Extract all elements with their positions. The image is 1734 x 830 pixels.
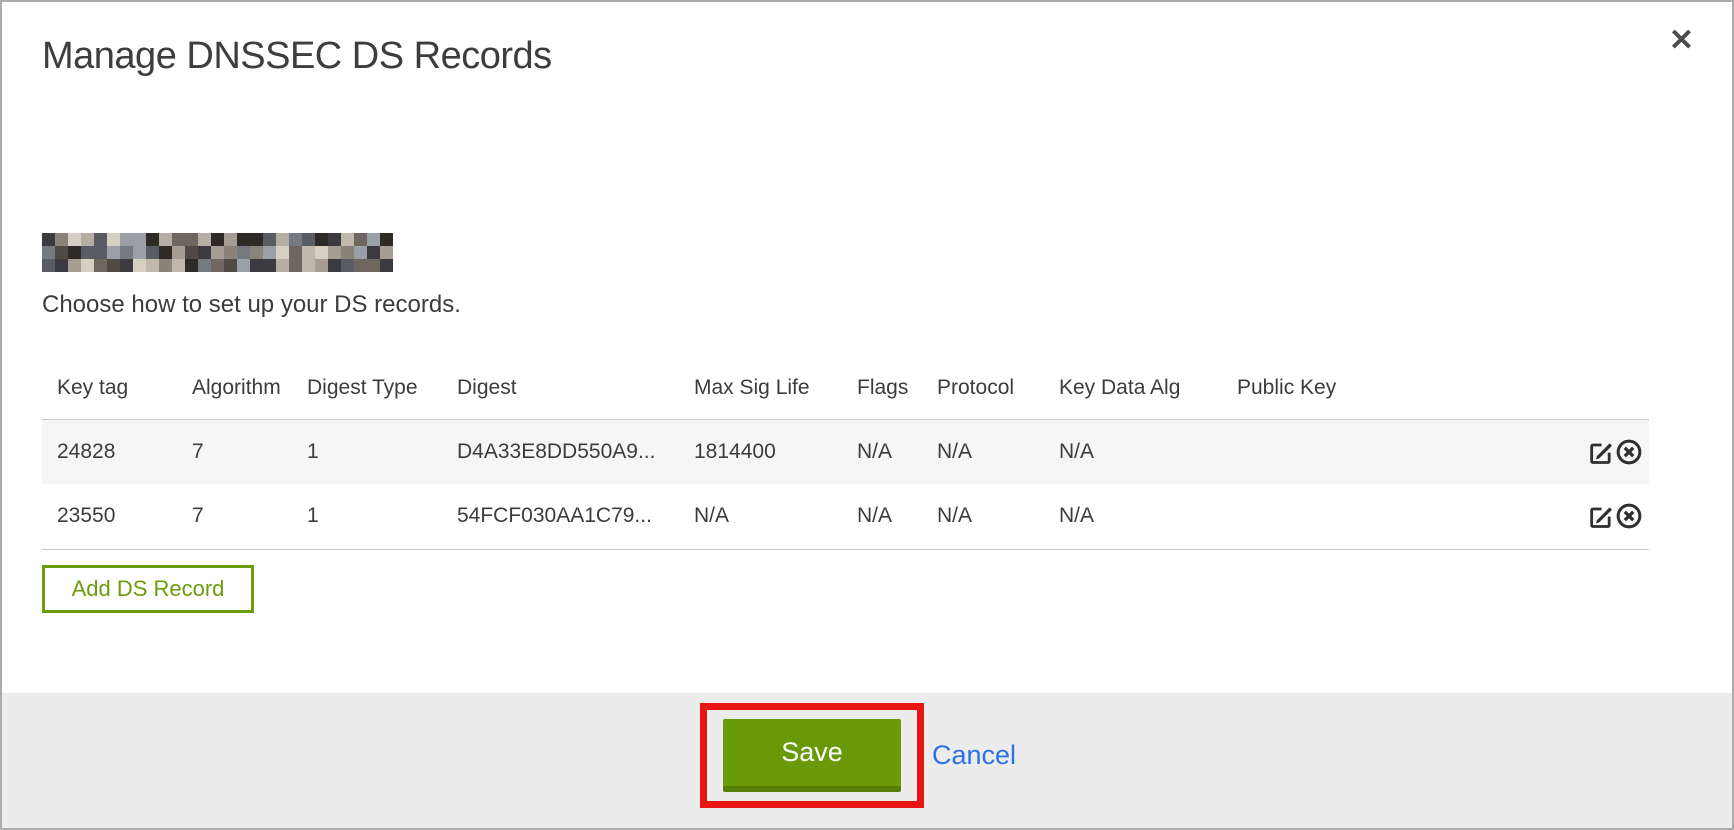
cell-protocol: N/A bbox=[937, 484, 1059, 549]
cancel-link[interactable]: Cancel bbox=[932, 740, 1016, 771]
add-ds-record-button[interactable]: Add DS Record bbox=[42, 565, 254, 613]
col-header-actions bbox=[1492, 370, 1649, 419]
footer-bar: Save Cancel bbox=[2, 693, 1732, 828]
ds-records-table: Key tag Algorithm Digest Type Digest Max… bbox=[42, 370, 1649, 550]
table-row: 24828 7 1 D4A33E8DD550A9... 1814400 N/A … bbox=[42, 419, 1649, 484]
col-header-protocol: Protocol bbox=[937, 370, 1059, 419]
close-icon[interactable]: ✕ bbox=[1669, 26, 1694, 56]
col-header-key-tag: Key tag bbox=[42, 370, 192, 419]
col-header-key-data-alg: Key Data Alg bbox=[1059, 370, 1237, 419]
table-header-row: Key tag Algorithm Digest Type Digest Max… bbox=[42, 370, 1649, 419]
col-header-public-key: Public Key bbox=[1237, 370, 1492, 419]
row-actions bbox=[1492, 484, 1649, 549]
cell-key-tag: 24828 bbox=[42, 419, 192, 484]
subtitle: Choose how to set up your DS records. bbox=[42, 291, 461, 319]
cell-max-sig-life: 1814400 bbox=[694, 419, 857, 484]
row-actions bbox=[1492, 419, 1649, 484]
save-button[interactable]: Save bbox=[723, 719, 901, 792]
cell-flags: N/A bbox=[857, 419, 937, 484]
edit-record-icon[interactable] bbox=[1587, 438, 1615, 466]
cell-public-key bbox=[1237, 419, 1492, 484]
cell-key-data-alg: N/A bbox=[1059, 419, 1237, 484]
cell-public-key bbox=[1237, 484, 1492, 549]
col-header-digest: Digest bbox=[457, 370, 694, 419]
page-title: Manage DNSSEC DS Records bbox=[42, 35, 552, 78]
manage-dnssec-modal: Manage DNSSEC DS Records ✕ Choose how to… bbox=[0, 0, 1734, 830]
cell-flags: N/A bbox=[857, 484, 937, 549]
cell-protocol: N/A bbox=[937, 419, 1059, 484]
col-header-max-sig-life: Max Sig Life bbox=[694, 370, 857, 419]
col-header-algorithm: Algorithm bbox=[192, 370, 307, 419]
edit-record-icon[interactable] bbox=[1587, 502, 1615, 530]
cell-digest: 54FCF030AA1C79... bbox=[457, 484, 694, 549]
cell-digest: D4A33E8DD550A9... bbox=[457, 419, 694, 484]
table-row: 23550 7 1 54FCF030AA1C79... N/A N/A N/A … bbox=[42, 484, 1649, 549]
cell-key-data-alg: N/A bbox=[1059, 484, 1237, 549]
cell-max-sig-life: N/A bbox=[694, 484, 857, 549]
cell-algorithm: 7 bbox=[192, 419, 307, 484]
col-header-digest-type: Digest Type bbox=[307, 370, 457, 419]
cell-digest-type: 1 bbox=[307, 484, 457, 549]
cell-key-tag: 23550 bbox=[42, 484, 192, 549]
annotation-highlight-rectangle: Save bbox=[700, 703, 924, 808]
cell-digest-type: 1 bbox=[307, 419, 457, 484]
delete-record-icon[interactable] bbox=[1615, 502, 1643, 530]
col-header-flags: Flags bbox=[857, 370, 937, 419]
cell-algorithm: 7 bbox=[192, 484, 307, 549]
redacted-domain-name bbox=[42, 233, 393, 272]
delete-record-icon[interactable] bbox=[1615, 438, 1643, 466]
